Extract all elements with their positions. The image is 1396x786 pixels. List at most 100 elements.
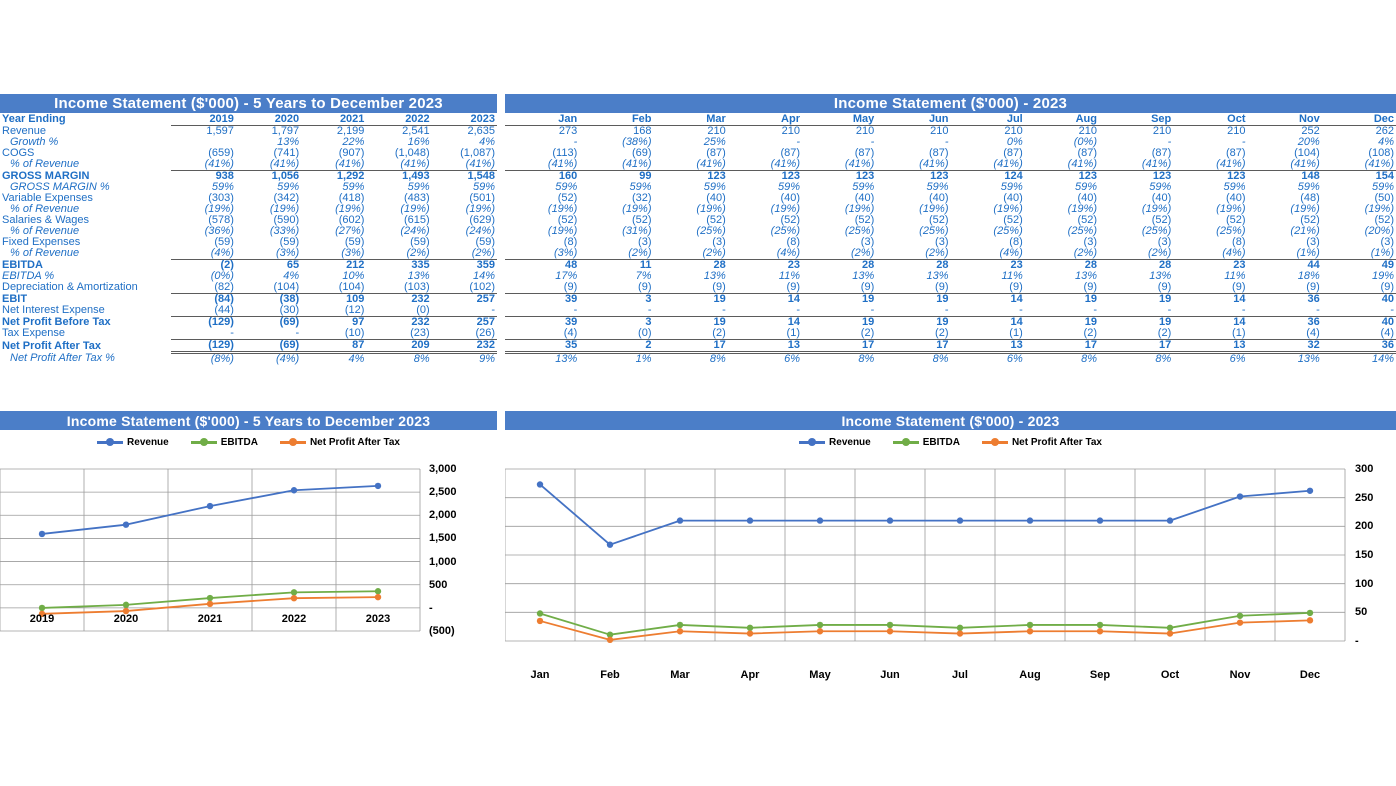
- x-axis-tick-label: Apr: [740, 669, 760, 681]
- series-point: [1236, 493, 1244, 500]
- legend-item[interactable]: Revenue: [799, 437, 871, 448]
- column-header-mar: Mar: [653, 114, 728, 126]
- row-label: Tax Expense: [2, 327, 65, 340]
- legend-item[interactable]: EBITDA: [190, 437, 258, 448]
- table-cell: 36: [1321, 339, 1396, 354]
- x-axis-tick-label: 2022: [281, 613, 307, 625]
- table-cell: (9): [950, 282, 1025, 294]
- series-point: [1236, 612, 1244, 619]
- table-cell: (0): [366, 305, 432, 317]
- table-cell: 14: [1010, 293, 1023, 305]
- y-axis-tick-label: 500: [429, 578, 448, 591]
- table-cell: (41%): [505, 159, 580, 171]
- table-cell: (2): [876, 328, 951, 340]
- table-cell: -: [1173, 305, 1248, 317]
- series-line: [41, 484, 379, 535]
- table-cell: 210: [930, 125, 949, 137]
- legend-item[interactable]: Net Profit After Tax: [981, 436, 1102, 448]
- table-cell: 4%: [348, 353, 365, 365]
- series-point: [956, 517, 964, 524]
- series-point: [816, 621, 824, 629]
- table-row: Net Interest Expense (44) (30) (12) (0) -: [0, 305, 497, 317]
- series-point: [746, 630, 754, 637]
- table-cell: (2%): [876, 248, 951, 260]
- table-cell: (4%): [170, 248, 236, 260]
- y-axis-tick-label: 3,000: [429, 463, 457, 475]
- monthly-income-statement-table: Jan Feb Mar Apr May Jun Jul Aug Sep Oct Nov Dec 273 1…: [505, 114, 1396, 365]
- row-label: Net Profit After Tax %: [10, 352, 115, 365]
- series-point: [374, 482, 382, 490]
- table-cell: (10): [301, 328, 367, 340]
- table-cell: (4): [505, 328, 580, 340]
- annual-chart-title: Income Statement ($'000) - 5 Years to De…: [0, 411, 497, 430]
- table-cell: 14: [787, 293, 800, 305]
- legend-item[interactable]: EBITDA: [892, 437, 960, 448]
- column-header-2022: 2022: [366, 114, 432, 126]
- x-axis-tick-label: Sep: [1089, 669, 1111, 681]
- table-cell: -: [802, 305, 877, 317]
- legend-item[interactable]: Net Profit After Tax: [279, 436, 400, 448]
- x-axis-tick-label: Mar: [670, 669, 690, 681]
- column-header-jan: Jan: [505, 114, 580, 126]
- x-axis-tick-label: 2021: [197, 613, 223, 625]
- table-cell: 19: [936, 293, 949, 305]
- table-row: 35 2 17 13 17 17 13 17 17 13 32 36: [505, 339, 1396, 354]
- table-cell: (3%): [505, 248, 580, 260]
- table-cell: 6%: [784, 353, 800, 365]
- y-axis-tick-label: 250: [1355, 491, 1374, 504]
- legend-label: Revenue: [127, 436, 169, 448]
- table-row: (4) (0) (2) (1) (2) (2) (1) (2) (2) (1) (4) (4): [505, 328, 1396, 340]
- table-row: (9) (9) (9) (9) (9) (9) (9) (9) (9) (9) (9) (9): [505, 282, 1396, 294]
- table-cell: 14: [1233, 293, 1246, 305]
- column-header-apr: Apr: [727, 114, 802, 126]
- table-cell: (2): [653, 328, 728, 340]
- monthly-chart-legend: Revenue EBITDA Net Profit After Tax: [505, 432, 1396, 452]
- legend-label: Net Profit After Tax: [309, 436, 400, 448]
- legend-marker-icon: [799, 437, 826, 446]
- series-point: [536, 481, 544, 488]
- table-row: Net Profit After Tax % (8%) (4%) 4% 8% 9%: [0, 353, 497, 366]
- series-point: [676, 628, 684, 635]
- table-cell: 19: [1084, 293, 1097, 305]
- series-point: [536, 610, 544, 617]
- column-header-sep: Sep: [1099, 114, 1174, 126]
- row-header-label: Year Ending: [2, 113, 66, 126]
- table-cell: 19: [713, 293, 726, 305]
- table-row: (41%) (41%) (41%) (41%) (41%) (41%) (41%) (41%)…: [505, 159, 1396, 171]
- series-point: [1096, 517, 1104, 524]
- table-cell: (1): [950, 328, 1025, 340]
- y-axis-tick-label: 50: [1355, 606, 1368, 619]
- chart-svg: [0, 468, 421, 632]
- row-label: Depreciation & Amortization: [2, 281, 138, 294]
- table-row: % of Revenue (41%) (41%) (41%) (41%) (41%): [0, 159, 497, 171]
- series-point: [676, 517, 684, 524]
- series-point: [1096, 628, 1104, 635]
- y-axis-tick-label: (500): [429, 625, 455, 637]
- table-cell: (9): [579, 282, 654, 294]
- table-cell: (0): [579, 328, 654, 340]
- series-point: [206, 600, 214, 608]
- table-cell: (41%): [431, 159, 497, 171]
- legend-item[interactable]: Revenue: [97, 437, 169, 448]
- series-point: [1306, 487, 1314, 494]
- table-cell: (2): [1099, 328, 1174, 340]
- table-cell: 8%: [1155, 353, 1172, 365]
- table-row: (3%) (2%) (2%) (4%) (2%) (2%) (4%) (2%) (2%) (4%)…: [505, 248, 1396, 260]
- legend-label: Net Profit After Tax: [1011, 436, 1102, 448]
- table-row: 13% 1% 8% 6% 8% 8% 6% 8% 8% 6% 13% 14%: [505, 353, 1396, 366]
- chart-svg: [505, 468, 1346, 644]
- y-axis-tick-label: 1,000: [429, 555, 457, 568]
- table-cell: (4): [1247, 328, 1322, 340]
- table-cell: (9): [1024, 282, 1099, 294]
- table-cell: (3%): [235, 248, 302, 260]
- table-cell: 40: [1381, 293, 1394, 305]
- series-point: [956, 630, 964, 637]
- table-cell: (4%): [727, 248, 802, 260]
- series-point: [206, 502, 214, 510]
- table-cell: 210: [781, 125, 800, 137]
- table-row: % of Revenue (4%) (3%) (3%) (2%) (2%): [0, 248, 497, 260]
- y-axis-tick-label: 100: [1355, 577, 1374, 590]
- table-cell: 87: [301, 339, 367, 354]
- table-cell: (9): [1247, 282, 1322, 294]
- series-point: [746, 624, 754, 632]
